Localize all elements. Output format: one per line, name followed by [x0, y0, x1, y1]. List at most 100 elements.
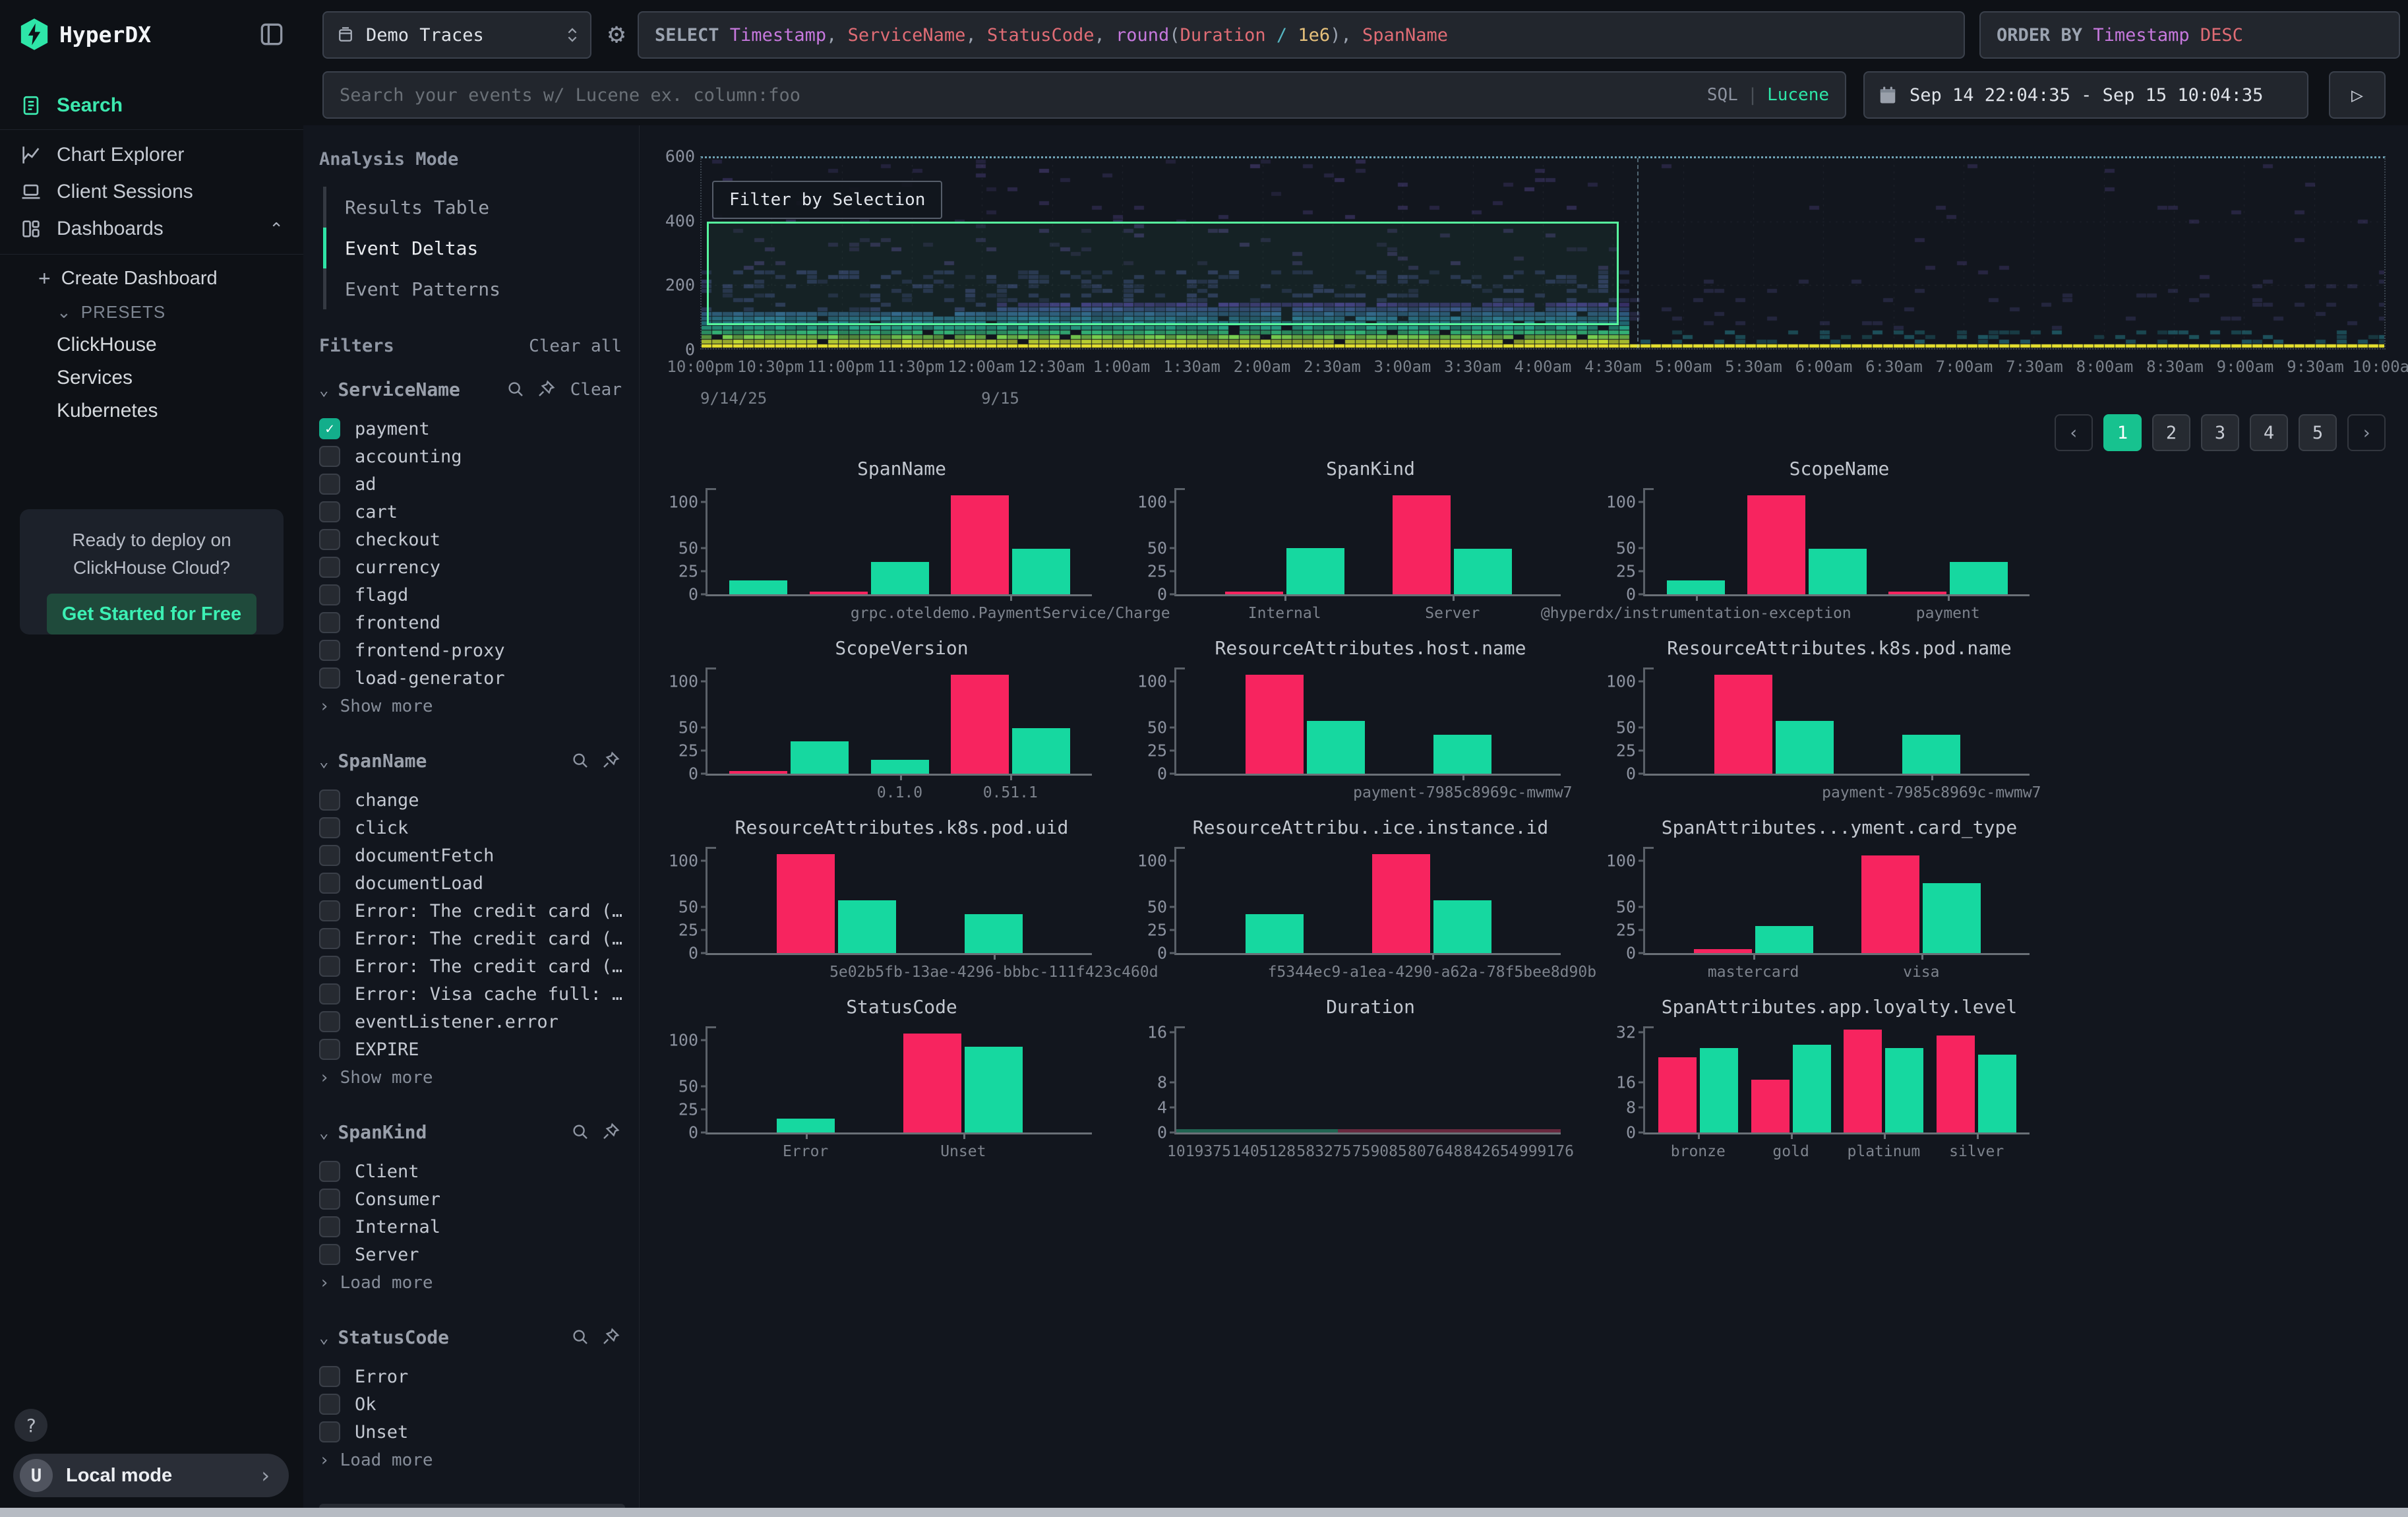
bar-green[interactable]	[871, 562, 929, 594]
search-input[interactable]: Search your events w/ Lucene ex. column:…	[322, 71, 1846, 119]
filter-group-name[interactable]: SpanKind	[338, 1121, 561, 1143]
filter-option[interactable]: Error: The credit card (…	[319, 952, 622, 980]
filter-load-more[interactable]: ›Load more	[319, 1268, 622, 1297]
bar-green[interactable]	[838, 900, 896, 953]
checkbox[interactable]	[319, 1421, 340, 1442]
bar-green[interactable]	[965, 914, 1023, 953]
checkbox[interactable]	[319, 446, 340, 467]
bar-pink[interactable]	[951, 675, 1009, 774]
pin-icon[interactable]	[536, 379, 557, 400]
bar-pink[interactable]	[1844, 1030, 1882, 1132]
filter-option[interactable]: Error: Visa cache full: …	[319, 980, 622, 1008]
bar-pink[interactable]	[810, 592, 868, 594]
sidebar-collapse-icon[interactable]	[257, 20, 286, 49]
filter-option[interactable]: Error: The credit card (…	[319, 925, 622, 952]
filter-option[interactable]: Internal	[319, 1213, 622, 1241]
checkbox[interactable]	[319, 1039, 340, 1060]
mode-lucene[interactable]: Lucene	[1767, 85, 1829, 105]
bar-green[interactable]	[1307, 721, 1365, 774]
filter-option[interactable]: ad	[319, 470, 622, 498]
checkbox[interactable]	[319, 873, 340, 894]
checkbox[interactable]	[319, 956, 340, 977]
checkbox[interactable]	[319, 845, 340, 866]
clear-all-button[interactable]: Clear all	[529, 336, 622, 356]
bar-pink[interactable]	[1937, 1036, 1975, 1132]
checkbox[interactable]	[319, 1244, 340, 1265]
date-range-picker[interactable]: Sep 14 22:04:35 - Sep 15 10:04:35	[1863, 71, 2308, 119]
bar-green[interactable]	[791, 741, 849, 774]
chevron-down-icon[interactable]: ⌄	[319, 381, 328, 399]
filter-option[interactable]: currency	[319, 553, 622, 581]
presets-toggle[interactable]: ⌄PRESETS	[0, 295, 303, 328]
filter-option[interactable]: cart	[319, 498, 622, 526]
checkbox[interactable]	[319, 789, 340, 811]
bar-pink[interactable]	[1694, 949, 1752, 953]
filter-option[interactable]: Ok	[319, 1390, 622, 1418]
bar-green[interactable]	[965, 1047, 1023, 1132]
checkbox[interactable]	[319, 612, 340, 633]
page-next-button[interactable]: ›	[2347, 414, 2386, 451]
preset-item-clickhouse[interactable]: ClickHouse	[0, 328, 303, 361]
sql-select-input[interactable]: SELECT Timestamp, ServiceName, StatusCod…	[638, 11, 1965, 59]
bar-green[interactable]	[1012, 549, 1070, 594]
filter-group-name[interactable]: ServiceName	[338, 379, 496, 400]
bar-pink[interactable]	[1225, 592, 1283, 594]
bar-green[interactable]	[777, 1119, 835, 1132]
bar-green[interactable]	[1950, 562, 2008, 594]
sidebar-item-client-sessions[interactable]: Client Sessions	[0, 173, 303, 210]
checkbox[interactable]	[319, 1394, 340, 1415]
page-button-5[interactable]: 5	[2299, 414, 2337, 451]
filter-option[interactable]: documentFetch	[319, 842, 622, 869]
bar-green[interactable]	[1755, 926, 1813, 953]
page-button-4[interactable]: 4	[2250, 414, 2288, 451]
bar-green[interactable]	[729, 580, 787, 594]
page-button-2[interactable]: 2	[2152, 414, 2190, 451]
horizontal-scrollbar[interactable]	[0, 1508, 2408, 1517]
create-dashboard-button[interactable]: +Create Dashboard	[0, 261, 303, 295]
page-button-3[interactable]: 3	[2201, 414, 2239, 451]
filter-option[interactable]: Error: The credit card (…	[319, 897, 622, 925]
bar-green[interactable]	[1809, 549, 1867, 594]
page-prev-button[interactable]: ‹	[2055, 414, 2093, 451]
checkbox[interactable]	[319, 1189, 340, 1210]
chevron-down-icon[interactable]: ⌄	[319, 752, 328, 770]
checkbox[interactable]	[319, 667, 340, 689]
pin-icon[interactable]	[601, 751, 622, 772]
bar-green[interactable]	[1793, 1045, 1831, 1132]
bar-pink[interactable]	[1658, 1057, 1697, 1132]
checkbox[interactable]	[319, 817, 340, 838]
filter-option[interactable]: documentLoad	[319, 869, 622, 897]
bar-green[interactable]	[1667, 580, 1725, 594]
checkbox[interactable]	[319, 557, 340, 578]
bar-green[interactable]	[1902, 735, 1960, 774]
filter-option[interactable]: Unset	[319, 1418, 622, 1446]
checkbox[interactable]	[319, 1161, 340, 1182]
order-by-input[interactable]: ORDER BY Timestamp DESC	[1979, 11, 2400, 59]
analysis-mode-event-deltas[interactable]: Event Deltas	[323, 228, 622, 268]
checkbox[interactable]	[319, 501, 340, 522]
filter-option[interactable]: Server	[319, 1241, 622, 1268]
bar-pink[interactable]	[729, 771, 787, 774]
pin-icon[interactable]	[601, 1122, 622, 1143]
filter-load-more[interactable]: ›Load more	[319, 1446, 622, 1475]
checkbox[interactable]	[319, 529, 340, 550]
bar-pink[interactable]	[1246, 675, 1304, 774]
bar-green[interactable]	[1454, 549, 1512, 594]
sidebar-item-dashboards[interactable]: Dashboards⌃	[0, 210, 303, 247]
chevron-down-icon[interactable]: ⌄	[319, 1328, 328, 1347]
bar-green[interactable]	[1923, 883, 1981, 953]
bar-green[interactable]	[1433, 900, 1491, 953]
checkbox[interactable]	[319, 983, 340, 1005]
sidebar-item-search[interactable]: Search	[0, 87, 303, 124]
bar-pink[interactable]	[1372, 854, 1430, 953]
search-icon[interactable]	[506, 379, 527, 400]
pin-icon[interactable]	[601, 1327, 622, 1348]
checkbox-checked[interactable]: ✓	[319, 418, 340, 439]
checkbox[interactable]	[319, 1366, 340, 1387]
gear-icon[interactable]: ⚙	[601, 18, 632, 49]
filter-option[interactable]: frontend-proxy	[319, 636, 622, 664]
heatmap-selection[interactable]	[707, 222, 1619, 325]
preset-item-kubernetes[interactable]: Kubernetes	[0, 394, 303, 427]
bar-pink[interactable]	[1861, 855, 1919, 953]
filter-option[interactable]: Consumer	[319, 1185, 622, 1213]
